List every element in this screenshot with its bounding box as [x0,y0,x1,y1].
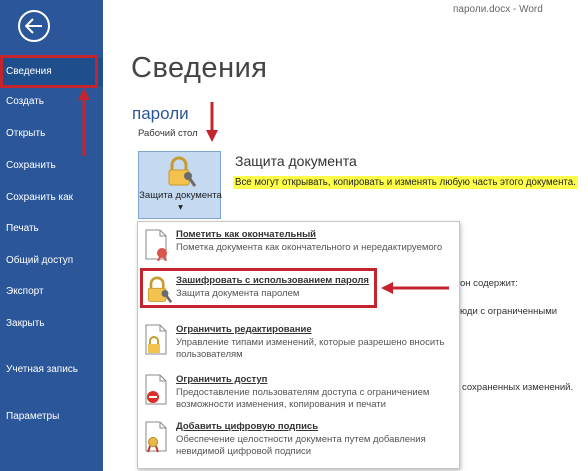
document-path: Рабочий стол [138,128,198,139]
document-final-icon [145,229,167,261]
menu-item-mark-final[interactable]: Пометить как окончательный Пометка докум… [138,225,459,269]
menu-item-desc: Управление типами изменений, которые раз… [176,337,445,360]
annotation-arrow-left [381,282,449,294]
background-text-1: он содержит: [460,278,518,289]
annotation-box-info [0,55,98,88]
background-text-3: сохраненных изменений. [462,382,574,393]
menu-item-title: Ограничить редактирование [176,324,312,335]
menu-item-add-signature[interactable]: Добавить цифровую подпись Обеспечение це… [138,417,459,465]
menu-item-desc: Пометка документа как окончательного и н… [176,242,443,253]
protect-document-button[interactable]: Защита документа ▾ [138,151,222,219]
menu-item-title: Пометить как окончательный [176,229,317,240]
menu-item-title: Ограничить доступ [176,374,268,385]
nav-item-account[interactable]: Учетная запись [0,363,80,376]
no-entry-document-icon [145,374,167,405]
menu-item-restrict-access[interactable]: Ограничить доступ Предоставление пользов… [138,370,459,414]
background-text-2: юди с ограниченными [460,306,558,317]
lock-document-icon [145,324,167,355]
nav-item-save-as[interactable]: Сохранить как [0,191,103,204]
menu-item-title: Добавить цифровую подпись [176,421,319,432]
document-name: пароли [132,104,189,123]
nav-item-share[interactable]: Общий доступ [0,254,103,267]
annotation-arrow-up [78,88,90,156]
protection-description: Все могут открывать, копировать и изменя… [233,176,578,189]
protection-title: Защита документа [235,153,357,169]
annotation-box-encrypt [140,268,377,308]
menu-item-restrict-editing[interactable]: Ограничить редактирование Управление тип… [138,320,459,364]
nav-item-print[interactable]: Печать [0,222,103,235]
page-title: Сведения [131,52,268,84]
window-title: пароли.docx - Word [453,4,543,15]
nav-item-options[interactable]: Параметры [0,410,103,423]
lock-key-icon [168,156,196,187]
nav-item-export[interactable]: Экспорт [0,285,103,298]
annotation-arrow-down [206,102,218,142]
back-button[interactable] [18,10,50,42]
protect-document-menu: Пометить как окончательный Пометка докум… [137,221,460,469]
back-arrow-icon [25,18,42,34]
ribbon-document-icon [145,421,167,453]
nav-item-save[interactable]: Сохранить [0,159,103,172]
menu-item-desc: Обеспечение целостности документа путем … [176,434,426,457]
protect-document-label: Защита документа ▾ [139,190,222,213]
nav-item-close[interactable]: Закрыть [0,317,103,330]
menu-item-desc: Предоставление пользователям доступа с о… [176,387,430,410]
